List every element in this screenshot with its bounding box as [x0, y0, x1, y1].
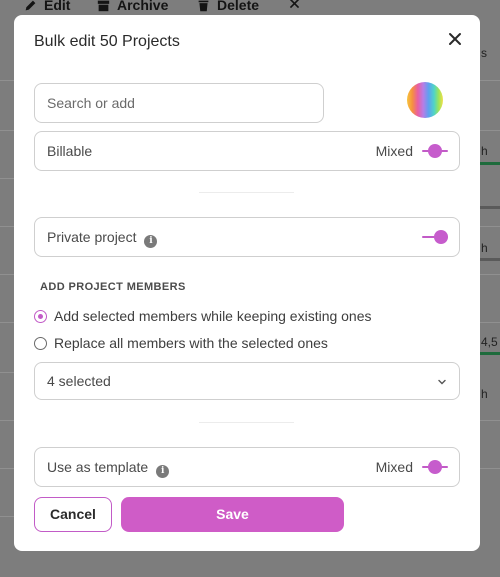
template-label: Use as template — [47, 459, 149, 475]
radio-button[interactable] — [34, 309, 47, 323]
modal-title: Bulk edit 50 Projects — [34, 33, 180, 50]
template-toggle[interactable] — [422, 460, 448, 474]
close-selection-icon — [288, 0, 301, 10]
billable-row[interactable]: Billable Mixed — [34, 131, 460, 171]
template-row[interactable]: Use as template i Mixed — [34, 447, 460, 487]
radio-button[interactable] — [34, 336, 47, 350]
info-icon[interactable]: i — [144, 235, 158, 248]
cancel-button[interactable]: Cancel — [34, 497, 112, 532]
background-toolbar: Edit Archive Delete — [0, 0, 500, 14]
billable-label: Billable — [47, 143, 93, 159]
billable-state-text: Mixed — [375, 143, 413, 159]
divider — [199, 422, 294, 423]
radio-add-members[interactable]: Add selected members while keeping exist… — [34, 308, 372, 324]
save-button[interactable]: Save — [121, 497, 344, 532]
edit-action: Edit — [24, 0, 70, 13]
background-left-edge — [0, 0, 14, 577]
background-right-edge: s h h 4,5 h — [478, 0, 500, 577]
radio-replace-members[interactable]: Replace all members with the selected on… — [34, 335, 328, 351]
search-placeholder: Search or add — [47, 95, 135, 111]
archive-action: Archive — [97, 0, 168, 13]
bulk-edit-modal: Bulk edit 50 Projects Search or add Bill… — [14, 15, 480, 551]
search-input[interactable]: Search or add — [34, 83, 324, 123]
members-select-value: 4 selected — [47, 373, 111, 389]
archive-icon — [97, 0, 110, 11]
members-select[interactable]: 4 selected — [34, 362, 460, 400]
color-picker[interactable] — [407, 82, 443, 118]
template-state-text: Mixed — [375, 459, 413, 475]
private-project-label: Private project — [47, 229, 137, 245]
trash-icon — [198, 0, 209, 11]
close-icon — [449, 33, 461, 45]
delete-action: Delete — [197, 0, 259, 13]
private-project-toggle[interactable] — [422, 230, 448, 244]
info-icon[interactable]: i — [156, 465, 170, 478]
private-project-row[interactable]: Private project i — [34, 217, 460, 257]
divider — [199, 192, 294, 193]
members-section-label: ADD PROJECT MEMBERS — [40, 281, 186, 293]
pencil-icon — [25, 0, 36, 10]
chevron-down-icon — [438, 379, 446, 385]
close-button[interactable] — [447, 31, 463, 47]
billable-toggle[interactable] — [422, 144, 448, 158]
